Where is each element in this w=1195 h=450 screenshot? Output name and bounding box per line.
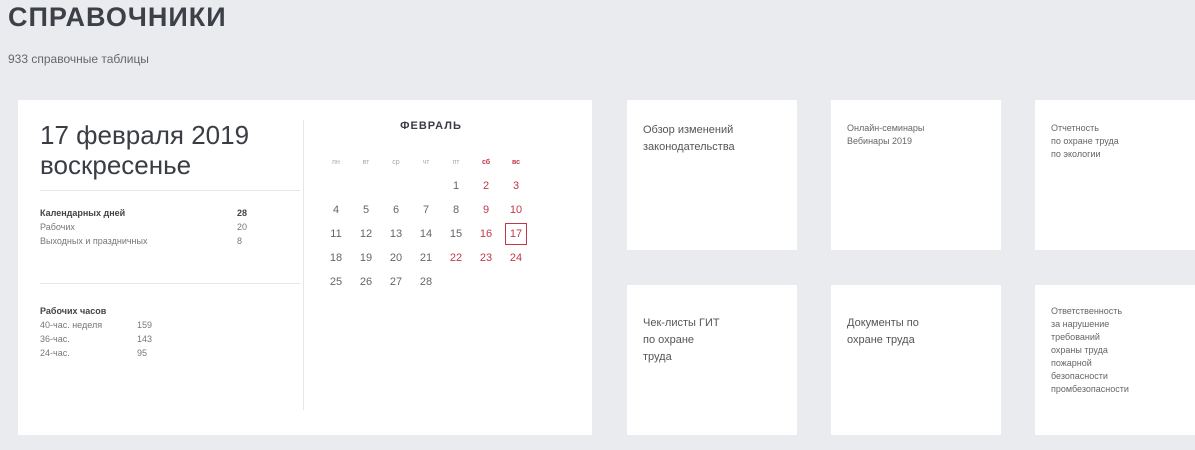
weekday-header: сб: [481, 158, 491, 166]
tile-label: Отчетность по охране труда по экологии: [1051, 123, 1119, 159]
calendar-empty: [381, 174, 411, 198]
days-header-value: 28: [237, 208, 248, 218]
days-header-label: Календарных дней: [40, 208, 126, 218]
calendar-empty: [351, 174, 381, 198]
calendar-day[interactable]: 12: [351, 222, 381, 246]
days-row: Рабочих 20: [40, 220, 270, 234]
calendar-day[interactable]: 4: [321, 198, 351, 222]
calendar-day[interactable]: 9: [471, 198, 501, 222]
calendar-grid: пн вт ср чт пт сб вс 1 2 3 4 5 6 7 8 9 10 11 12 13 14 15 16 17 1…: [321, 150, 561, 294]
tile-responsibility[interactable]: Ответственность за нарушение требований …: [1035, 285, 1195, 435]
vertical-divider: [303, 120, 304, 410]
calendar-empty: [321, 174, 351, 198]
today-marker: 17: [505, 223, 527, 245]
weekday-header: ср: [392, 158, 400, 166]
calendar-day[interactable]: 20: [381, 246, 411, 270]
days-row: Выходных и праздничных 8: [40, 234, 270, 248]
tile-label: Онлайн-семинары Вебинары 2019: [847, 123, 925, 146]
calendar-day[interactable]: 1: [441, 174, 471, 198]
days-stats: Календарных дней 28 Рабочих 20 Выходных …: [40, 206, 270, 248]
calendar-day[interactable]: 2: [471, 174, 501, 198]
calendar-day[interactable]: 24: [501, 246, 531, 270]
calendar-empty: [501, 270, 531, 294]
hours-row: 40-час. неделя 159: [40, 318, 270, 332]
calendar-day[interactable]: 8: [441, 198, 471, 222]
current-date: 17 февраля 2019 воскресенье: [40, 120, 249, 180]
tile-label: Документы по охране труда: [847, 317, 919, 346]
calendar-day[interactable]: 18: [321, 246, 351, 270]
tile-label: Обзор изменений законодательства: [643, 124, 735, 153]
tile-webinars[interactable]: Онлайн-семинары Вебинары 2019: [831, 100, 1001, 250]
hours-row: 36-час. 143: [40, 332, 270, 346]
hours-row-label: 40-час. неделя: [40, 320, 103, 330]
divider: [40, 190, 300, 191]
days-row-value: 8: [237, 236, 243, 246]
hours-header: Рабочих часов: [40, 304, 270, 318]
calendar-month: ФЕВРАЛЬ: [400, 120, 462, 132]
date-card: 17 февраля 2019 воскресенье Календарных …: [18, 100, 592, 435]
calendar-day[interactable]: 6: [381, 198, 411, 222]
calendar-day[interactable]: 21: [411, 246, 441, 270]
weekday-header: вс: [511, 158, 521, 166]
page-title: СПРАВОЧНИКИ: [8, 2, 227, 32]
weekday-header: вт: [362, 158, 370, 166]
hours-row-label: 24-час.: [40, 348, 70, 358]
hours-row-value: 143: [137, 334, 153, 344]
weekday-header: пт: [452, 158, 460, 166]
hours-row-value: 95: [137, 348, 148, 358]
calendar-day[interactable]: 7: [411, 198, 441, 222]
days-row-label: Выходных и праздничных: [40, 236, 148, 246]
days-row-value: 20: [237, 222, 248, 232]
calendar-day[interactable]: 26: [351, 270, 381, 294]
calendar-day[interactable]: 15: [441, 222, 471, 246]
tile-label: Чек-листы ГИТ по охране труда: [643, 317, 720, 363]
hours-header-label: Рабочих часов: [40, 306, 107, 316]
calendar-day[interactable]: 28: [411, 270, 441, 294]
calendar-day[interactable]: 17: [501, 222, 531, 246]
date-line: 17 февраля 2019: [40, 120, 250, 150]
tile-reporting[interactable]: Отчетность по охране труда по экологии: [1035, 100, 1195, 250]
calendar: ФЕВРАЛЬ пн вт ср чт пт сб вс 1 2 3 4 5 6 7 8 9 10 11 12 13 1…: [321, 120, 561, 294]
calendar-day[interactable]: 10: [501, 198, 531, 222]
hours-row: 24-час. 95: [40, 346, 270, 360]
calendar-empty: [441, 270, 471, 294]
calendar-day[interactable]: 3: [501, 174, 531, 198]
calendar-empty: [471, 270, 501, 294]
hours-row-label: 36-час.: [40, 334, 70, 344]
calendar-day[interactable]: 22: [441, 246, 471, 270]
page-subtitle: 933 справочные таблицы: [8, 52, 149, 66]
days-row-label: Рабочих: [40, 222, 75, 232]
calendar-day[interactable]: 5: [351, 198, 381, 222]
weekday-header: чт: [422, 158, 430, 166]
tile-safety-documents[interactable]: Документы по охране труда: [831, 285, 1001, 435]
calendar-empty: [411, 174, 441, 198]
calendar-day[interactable]: 25: [321, 270, 351, 294]
calendar-day[interactable]: 14: [411, 222, 441, 246]
calendar-day[interactable]: 13: [381, 222, 411, 246]
hours-row-value: 159: [137, 320, 153, 330]
calendar-day[interactable]: 23: [471, 246, 501, 270]
days-header: Календарных дней 28: [40, 206, 270, 220]
tile-legislation-review[interactable]: Обзор изменений законодательства: [627, 100, 797, 250]
calendar-day[interactable]: 27: [381, 270, 411, 294]
calendar-day[interactable]: 11: [321, 222, 351, 246]
weekday-line: воскресенье: [40, 150, 192, 180]
hours-stats: Рабочих часов 40-час. неделя 159 36-час.…: [40, 304, 270, 360]
weekday-header: пн: [332, 158, 340, 166]
divider: [40, 283, 300, 284]
tile-checklists[interactable]: Чек-листы ГИТ по охране труда: [627, 285, 797, 435]
calendar-day[interactable]: 19: [351, 246, 381, 270]
tile-label: Ответственность за нарушение требований …: [1051, 306, 1129, 394]
calendar-day[interactable]: 16: [471, 222, 501, 246]
